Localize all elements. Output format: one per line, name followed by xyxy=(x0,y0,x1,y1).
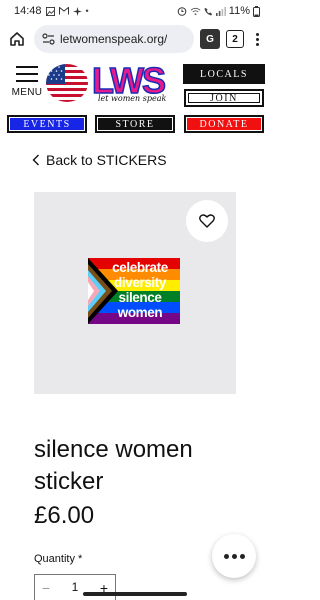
wifi-icon xyxy=(190,7,201,15)
status-time: 14:48 xyxy=(14,5,42,17)
sticker-text: celebrate diversity silence women xyxy=(102,260,178,320)
tabs-count: 2 xyxy=(232,33,238,45)
more-horiz-icon xyxy=(223,553,229,559)
gmail-notification-icon xyxy=(58,7,69,15)
logo-tagline: let women speak xyxy=(98,94,167,103)
product-image[interactable]: celebrate diversity silence women xyxy=(34,192,236,394)
product-price: £6.00 xyxy=(34,502,95,529)
chat-button[interactable] xyxy=(212,534,256,578)
battery-icon xyxy=(253,5,260,17)
join-button[interactable]: JOIN xyxy=(184,89,264,107)
sticker-line: silence xyxy=(118,290,162,305)
alarm-icon xyxy=(177,7,187,16)
gallery-notification-icon xyxy=(45,6,55,16)
heart-icon xyxy=(199,214,215,228)
hamburger-icon xyxy=(16,66,38,82)
sparkle-notification-icon xyxy=(72,6,82,16)
back-link-label: Back to STICKERS xyxy=(46,152,167,168)
quantity-stepper[interactable]: − 1 + xyxy=(34,574,116,600)
tabs-button[interactable]: 2 xyxy=(226,30,244,48)
status-bar: 14:48 • 11% xyxy=(0,0,270,22)
back-to-category-link[interactable]: Back to STICKERS xyxy=(32,152,167,168)
wishlist-button[interactable] xyxy=(186,200,228,242)
home-icon xyxy=(10,32,24,46)
home-button[interactable] xyxy=(6,28,28,50)
site-header: MENU LWS let women speak LOCALS JOIN EVE… xyxy=(0,58,270,140)
browser-toolbar: letwomenspeak.org/ G 2 xyxy=(0,22,270,56)
quantity-label: Quantity * xyxy=(34,553,83,565)
sticker-line: women xyxy=(117,305,163,320)
translate-button[interactable]: G xyxy=(200,29,220,49)
url-bar[interactable]: letwomenspeak.org/ xyxy=(34,25,194,53)
quantity-decrease-button[interactable]: − xyxy=(35,580,57,596)
sticker-artwork: celebrate diversity silence women xyxy=(88,258,180,324)
events-button[interactable]: EVENTS xyxy=(7,115,87,133)
product-title: silence women sticker xyxy=(34,436,193,495)
chevron-left-icon xyxy=(32,154,39,166)
menu-label: MENU xyxy=(11,87,43,98)
gesture-nav-bar[interactable] xyxy=(83,592,187,596)
store-button[interactable]: STORE xyxy=(95,115,175,133)
sticker-line: diversity xyxy=(114,275,166,290)
us-flag-icon xyxy=(46,64,88,102)
locals-button[interactable]: LOCALS xyxy=(183,64,265,84)
signal-icon xyxy=(215,6,226,16)
more-vert-icon[interactable] xyxy=(250,32,264,46)
url-text: letwomenspeak.org/ xyxy=(60,32,168,46)
battery-percent: 11% xyxy=(228,5,250,17)
site-logo[interactable]: LWS let women speak xyxy=(91,59,178,104)
menu-button[interactable]: MENU xyxy=(10,66,44,98)
dot-notification-icon: • xyxy=(85,6,89,16)
sticker-line: celebrate xyxy=(112,260,168,275)
translate-icon: G xyxy=(206,33,214,45)
site-info-icon xyxy=(42,33,55,45)
call-icon xyxy=(204,7,212,16)
donate-button[interactable]: DONATE xyxy=(184,115,264,133)
